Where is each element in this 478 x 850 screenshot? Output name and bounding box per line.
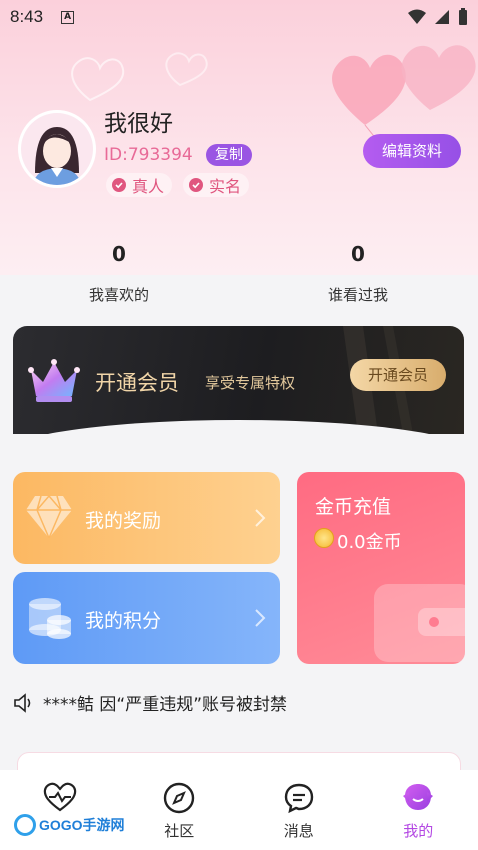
stat-likes[interactable]: 0: [39, 242, 199, 266]
heart-balloon-decoration: [332, 45, 476, 140]
vip-banner[interactable]: 开通会员 享受专属特权 开通会员: [13, 326, 464, 434]
chevron-right-icon: [255, 609, 266, 627]
coin-amount: 0.0金币: [337, 532, 402, 553]
tab-messages-label: 消息: [283, 822, 314, 840]
bottom-tab-bar: 社区 消息 我的: [0, 770, 478, 850]
real-person-tag: 真人: [106, 173, 173, 197]
signal-icon: [435, 10, 449, 24]
open-vip-button[interactable]: 开通会员: [350, 359, 446, 391]
speaker-icon: [14, 692, 31, 713]
tab-mine-label: 我的: [403, 822, 434, 840]
user-id: ID:793394: [104, 145, 193, 165]
profile-header: 8:43 A 我很好 ID:793394 复制 真人 实名 编辑资料 0 0: [0, 0, 478, 275]
site-watermark: GOGO手游网: [14, 814, 125, 836]
tag-label-real: 真人: [132, 177, 165, 196]
my-points-card[interactable]: 我的积分: [13, 572, 280, 664]
coin-icon: [314, 528, 334, 548]
notification-a-icon: A: [61, 10, 75, 24]
diamond-icon: [26, 494, 72, 539]
tab-home[interactable]: [0, 770, 120, 850]
stat-likes-label: 我喜欢的: [88, 286, 149, 304]
coin-stack-icon: [29, 598, 71, 639]
tab-mine[interactable]: 我的: [359, 770, 478, 850]
my-points-label: 我的积分: [85, 610, 162, 632]
crown-icon: [28, 359, 80, 402]
wifi-icon: [408, 9, 426, 24]
my-rewards-card[interactable]: 我的奖励: [13, 472, 280, 564]
avatar[interactable]: [18, 110, 96, 188]
avatar-girl-icon: [21, 113, 93, 185]
tab-community-label: 社区: [164, 822, 195, 840]
heart-pulse-icon: [43, 782, 76, 812]
watermark-logo-icon: [14, 814, 36, 836]
tab-community[interactable]: 社区: [120, 770, 240, 850]
tab-messages[interactable]: 消息: [239, 770, 359, 850]
coin-recharge-title: 金币充值: [315, 496, 392, 518]
status-time: 8:43: [10, 7, 44, 26]
announcement-bar: ****鲒 因“严重违规”账号被封禁: [13, 690, 287, 715]
verified-badge-icon: [112, 178, 126, 192]
nickname: 我很好: [104, 111, 173, 137]
stat-likes-count: 0: [112, 242, 126, 266]
compass-icon: [164, 782, 195, 814]
watermark-text: GOGO手游网: [39, 817, 125, 833]
stat-visitors-label: 谁看过我: [327, 286, 388, 304]
profile-face-icon: [403, 784, 434, 810]
edit-profile-button[interactable]: 编辑资料: [363, 134, 461, 168]
copy-id-button[interactable]: 复制: [206, 144, 252, 166]
vip-title: 开通会员: [95, 371, 179, 395]
chat-bubble-icon: [284, 783, 313, 814]
status-bar: 8:43 A: [0, 0, 478, 34]
stat-likes-label-wrap[interactable]: 我喜欢的: [39, 284, 199, 305]
stat-visitors-count: 0: [351, 242, 365, 266]
battery-icon: [459, 8, 467, 25]
verified-badge-icon: [189, 178, 203, 192]
chevron-right-icon: [255, 509, 266, 527]
announcement-text: ****鲒 因“严重违规”账号被封禁: [43, 695, 288, 715]
my-rewards-label: 我的奖励: [85, 510, 162, 532]
real-name-tag: 实名: [183, 173, 250, 197]
coin-recharge-card[interactable]: 金币充值 0.0金币: [297, 472, 465, 664]
wallet-icon: [374, 584, 465, 662]
stat-visitors[interactable]: 0: [278, 242, 438, 266]
stat-visitors-label-wrap[interactable]: 谁看过我: [278, 284, 438, 305]
vip-subtitle: 享受专属特权: [205, 374, 296, 392]
tag-label-name: 实名: [209, 177, 242, 196]
